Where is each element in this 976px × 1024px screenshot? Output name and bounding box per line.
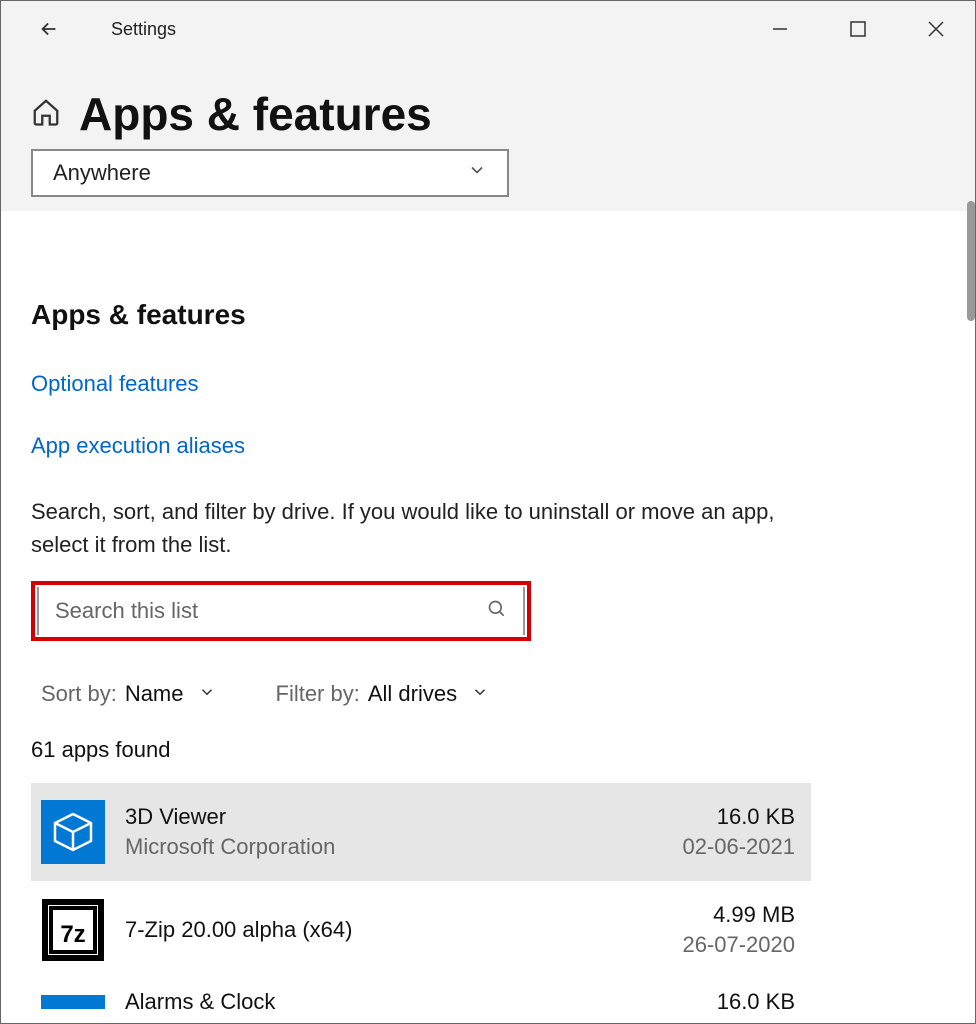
svg-text:7z: 7z — [60, 921, 85, 948]
filter-by-control[interactable]: Filter by: All drives — [276, 681, 490, 707]
header-area: Apps & features Anywhere — [1, 57, 975, 211]
app-list: 3D Viewer Microsoft Corporation 16.0 KB … — [31, 783, 811, 979]
app-row-partial[interactable]: Alarms & Clock 16.0 KB — [31, 979, 811, 1015]
filter-value: All drives — [368, 681, 457, 707]
app-name: Alarms & Clock — [125, 989, 275, 1015]
app-size: 4.99 MB — [682, 902, 795, 928]
app-size: 16.0 KB — [717, 989, 795, 1015]
app-icon-partial — [41, 995, 105, 1009]
app-row[interactable]: 3D Viewer Microsoft Corporation 16.0 KB … — [31, 783, 811, 881]
sort-filter-row: Sort by: Name Filter by: All drives — [31, 681, 945, 707]
app-name: 3D Viewer — [125, 804, 682, 830]
content-area: Apps & features Optional features App ex… — [1, 211, 975, 1023]
maximize-button[interactable] — [819, 1, 897, 57]
section-heading: Apps & features — [31, 299, 945, 331]
chevron-down-icon — [467, 160, 487, 186]
cube-icon — [41, 800, 105, 864]
home-icon[interactable] — [31, 97, 61, 132]
window-title: Settings — [111, 19, 176, 40]
filter-label: Filter by: — [276, 681, 360, 707]
7z-icon: 7z — [41, 898, 105, 962]
dropdown-value: Anywhere — [53, 160, 151, 186]
app-name: 7-Zip 20.00 alpha (x64) — [125, 917, 682, 943]
window-controls — [741, 1, 975, 57]
install-source-dropdown[interactable]: Anywhere — [31, 149, 509, 197]
app-size: 16.0 KB — [682, 804, 795, 830]
search-input[interactable] — [55, 598, 417, 624]
sort-label: Sort by: — [41, 681, 117, 707]
app-execution-aliases-link[interactable]: App execution aliases — [31, 433, 945, 459]
search-highlight-box — [31, 581, 531, 641]
app-row[interactable]: 7z 7-Zip 20.00 alpha (x64) 4.99 MB 26-07… — [31, 881, 811, 979]
chevron-down-icon — [471, 681, 489, 707]
back-button[interactable] — [29, 9, 69, 49]
chevron-down-icon — [198, 681, 216, 707]
minimize-button[interactable] — [741, 1, 819, 57]
search-icon — [487, 599, 507, 624]
sort-by-control[interactable]: Sort by: Name — [41, 681, 216, 707]
close-button[interactable] — [897, 1, 975, 57]
optional-features-link[interactable]: Optional features — [31, 371, 945, 397]
section-description: Search, sort, and filter by drive. If yo… — [31, 495, 791, 561]
title-bar: Settings — [1, 1, 975, 57]
scrollbar-thumb[interactable] — [967, 201, 975, 321]
apps-count-text: 61 apps found — [31, 737, 945, 763]
search-box[interactable] — [37, 587, 525, 635]
app-publisher: Microsoft Corporation — [125, 834, 682, 860]
app-date: 02-06-2021 — [682, 834, 795, 860]
sort-value: Name — [125, 681, 184, 707]
page-title: Apps & features — [79, 87, 432, 141]
app-date: 26-07-2020 — [682, 932, 795, 958]
